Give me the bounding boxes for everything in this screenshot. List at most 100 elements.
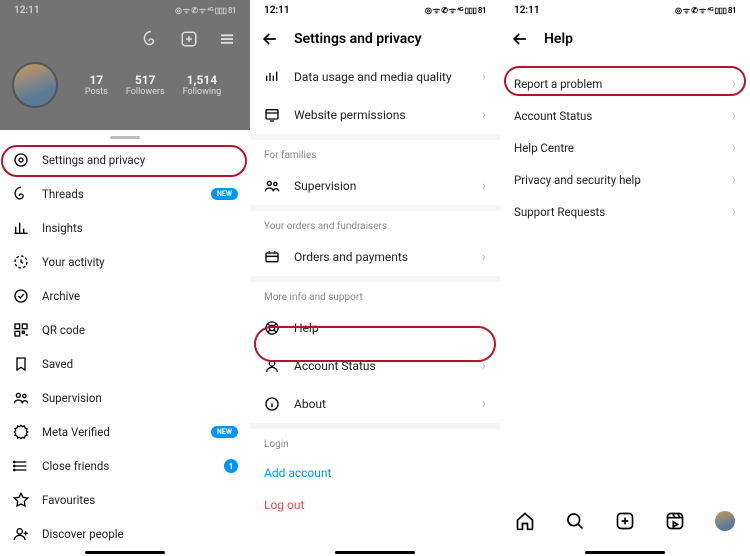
menu-label: Archive (42, 289, 238, 303)
row-help[interactable]: Help› (250, 309, 500, 347)
status-icons: ◎ ᯤ ✆ ᯤ ⁴ᴳ ▯▯▯ 81 (175, 5, 236, 16)
add-account-link[interactable]: Add account (250, 456, 500, 490)
row-label: Support Requests (514, 205, 732, 219)
profile-icon[interactable] (714, 510, 736, 532)
menu-discover[interactable]: Discover people (0, 517, 250, 551)
sheet-handle[interactable] (110, 136, 140, 139)
menu-label: QR code (42, 323, 238, 337)
logout-link[interactable]: Log out (250, 490, 500, 520)
activity-icon (12, 253, 30, 271)
avatar[interactable] (12, 62, 58, 108)
stat-following[interactable]: 1,514Following (183, 73, 222, 97)
bottom-sheet: Settings and privacy Threads NEW Insights Yo… (0, 130, 250, 556)
menu-activity[interactable]: Your activity (0, 245, 250, 279)
menu-label: Supervision (42, 391, 238, 405)
verified-icon (12, 423, 30, 441)
chevron-right-icon: › (732, 172, 736, 188)
chevron-right-icon: › (482, 69, 486, 85)
row-accstatus[interactable]: Account Status› (500, 100, 750, 132)
row-label: Account Status (514, 109, 732, 123)
home-bar (585, 551, 665, 554)
row-helpcentre[interactable]: Help Centre› (500, 132, 750, 164)
search-icon[interactable] (564, 510, 586, 532)
status-time: 12:11 (14, 5, 40, 16)
row-datausage[interactable]: Data usage and media quality› (250, 58, 500, 96)
menu-archive[interactable]: Archive (0, 279, 250, 313)
webperm-icon (264, 107, 280, 123)
threads-icon[interactable] (140, 28, 162, 50)
orders-icon (264, 249, 280, 265)
section-orders: Your orders and fundraisers (250, 211, 500, 238)
chevron-right-icon: › (482, 358, 486, 374)
row-about[interactable]: About› (250, 385, 500, 423)
home-bar (335, 551, 415, 554)
page-title: Settings and privacy (294, 31, 422, 47)
stat-posts[interactable]: 17Posts (85, 73, 108, 97)
row-webperm[interactable]: Website permissions› (250, 96, 500, 134)
chevron-right-icon: › (482, 249, 486, 265)
status-bar: 12:11 ◎ ᯤ ✆ ᯤ ⁴ᴳ ▯▯▯ 81 (500, 0, 750, 20)
chevron-right-icon: › (732, 108, 736, 124)
menu-icon[interactable] (216, 28, 238, 50)
accstatus-icon (264, 358, 280, 374)
dim-overlay: 12:11 ◎ ᯤ ✆ ᯤ ⁴ᴳ ▯▯▯ 81 17Posts 517Follo… (0, 0, 250, 130)
insights-icon (12, 219, 30, 237)
nav-header: Settings and privacy (250, 20, 500, 58)
datausage-icon (264, 69, 280, 85)
settings-icon (12, 151, 30, 169)
favourites-icon (12, 491, 30, 509)
phone-3-help: 12:11 ◎ ᯤ ✆ ᯤ ⁴ᴳ ▯▯▯ 81 Help Report a pr… (500, 0, 750, 556)
row-label: Orders and payments (294, 250, 468, 264)
row-privacyhelp[interactable]: Privacy and security help› (500, 164, 750, 196)
menu-insights[interactable]: Insights (0, 211, 250, 245)
create-icon[interactable] (178, 28, 200, 50)
menu-label: Settings and privacy (42, 153, 238, 167)
new-badge: NEW (211, 426, 238, 438)
row-label: Help Centre (514, 141, 732, 155)
back-icon[interactable] (260, 29, 280, 49)
menu-verified[interactable]: Meta Verified NEW (0, 415, 250, 449)
row-report[interactable]: Report a problem› (500, 68, 750, 100)
menu-qr[interactable]: QR code (0, 313, 250, 347)
home-bar (85, 551, 165, 554)
create-icon[interactable] (614, 510, 636, 532)
row-label: Privacy and security help (514, 173, 732, 187)
status-bar: 12:11 ◎ ᯤ ✆ ᯤ ⁴ᴳ ▯▯▯ 81 (0, 0, 250, 20)
row-label: Supervision (294, 179, 468, 193)
status-time: 12:11 (514, 5, 540, 16)
row-accstatus[interactable]: Account Status › (250, 347, 500, 385)
status-time: 12:11 (264, 5, 290, 16)
chevron-right-icon: › (482, 107, 486, 123)
menu-label: Favourites (42, 493, 238, 507)
menu-supervision[interactable]: Supervision (0, 381, 250, 415)
row-orders[interactable]: Orders and payments › (250, 238, 500, 276)
menu-closefriends[interactable]: Close friends1 (0, 449, 250, 483)
menu-threads[interactable]: Threads NEW (0, 177, 250, 211)
row-label: Account Status (294, 359, 468, 373)
profile-stats-row: 17Posts 517Followers 1,514Following (0, 58, 250, 112)
back-icon[interactable] (510, 29, 530, 49)
closefriends-icon (12, 457, 30, 475)
stat-followers[interactable]: 517Followers (126, 73, 165, 97)
bottom-nav (500, 500, 750, 542)
menu-label: Threads (42, 187, 199, 201)
menu-settings[interactable]: Settings and privacy (0, 143, 250, 177)
saved-icon (12, 355, 30, 373)
row-supportreq[interactable]: Support Requests› (500, 196, 750, 228)
menu-label: Meta Verified (42, 425, 199, 439)
row-label: Help (294, 321, 468, 335)
reels-icon[interactable] (664, 510, 686, 532)
discover-icon (12, 525, 30, 543)
row-label: About (294, 397, 468, 411)
menu-saved[interactable]: Saved (0, 347, 250, 381)
menu-favourites[interactable]: Favourites (0, 483, 250, 517)
status-icons: ◎ ᯤ ✆ ᯤ ⁴ᴳ ▯▯▯ 81 (675, 5, 736, 16)
menu-label: Insights (42, 221, 238, 235)
row-supervision[interactable]: Supervision› (250, 167, 500, 205)
nav-header: Help (500, 20, 750, 58)
phone-2-settings-privacy: 12:11 ◎ ᯤ ✆ ᯤ ⁴ᴳ ▯▯▯ 81 Settings and pri… (250, 0, 500, 556)
home-icon[interactable] (514, 510, 536, 532)
menu-label: Close friends (42, 459, 212, 473)
new-badge: NEW (211, 188, 238, 200)
status-bar: 12:11 ◎ ᯤ ✆ ᯤ ⁴ᴳ ▯▯▯ 81 (250, 0, 500, 20)
